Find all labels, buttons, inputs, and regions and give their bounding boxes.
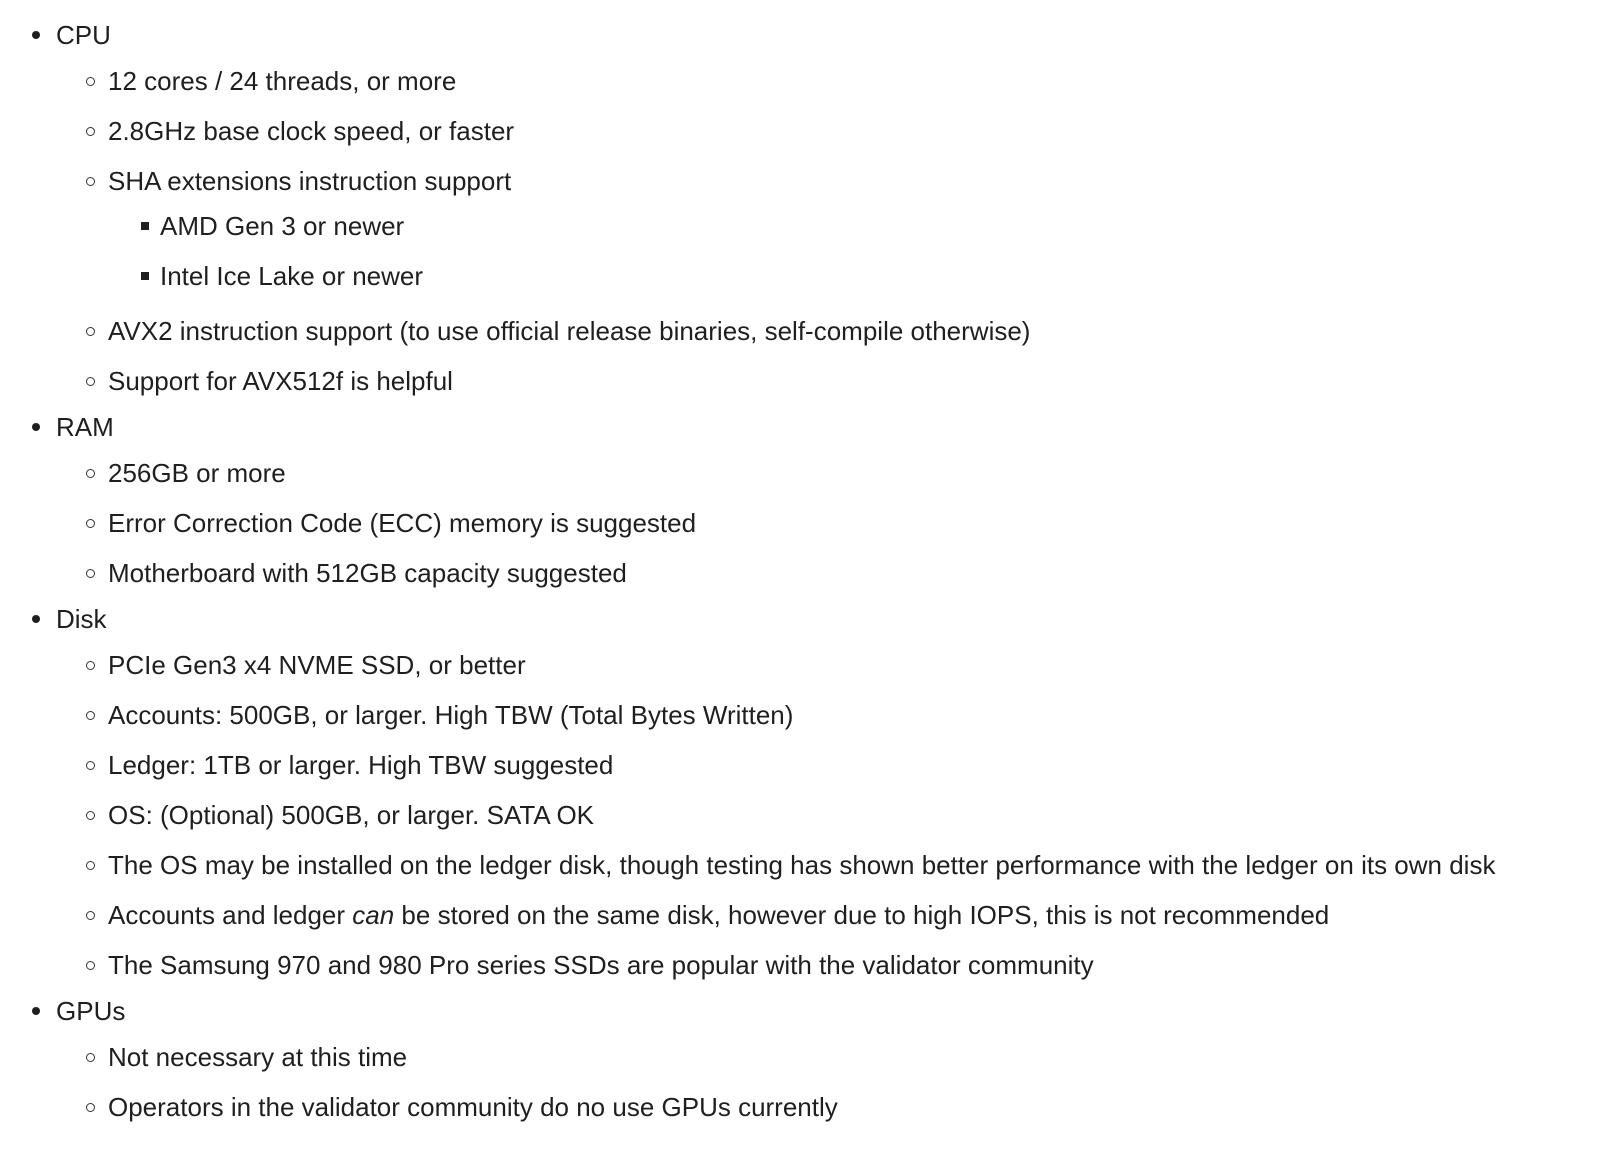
circle-bullet-icon [86, 127, 95, 136]
circle-bullet-icon [86, 569, 95, 578]
item-text: Not necessary at this time [108, 1042, 408, 1072]
list-item: 256GB or more [56, 448, 1600, 498]
disc-bullet-icon [32, 615, 40, 623]
list-item: 2.8GHz base clock speed, or faster [56, 106, 1600, 156]
circle-bullet-icon [86, 761, 95, 770]
disc-bullet-icon [32, 31, 40, 39]
circle-bullet-icon [86, 961, 95, 970]
item-text: Accounts and ledger can be stored on the… [108, 890, 1600, 940]
item-text: 256GB or more [108, 458, 286, 488]
list-item: Accounts: 500GB, or larger. High TBW (To… [56, 690, 1600, 740]
list-item: Error Correction Code (ECC) memory is su… [56, 498, 1600, 548]
section-label: Disk [56, 604, 107, 634]
item-text: Support for AVX512f is helpful [108, 366, 453, 396]
list-item: The Samsung 970 and 980 Pro series SSDs … [56, 940, 1600, 990]
item-text: Accounts: 500GB, or larger. High TBW (To… [108, 700, 794, 730]
item-text: The OS may be installed on the ledger di… [108, 850, 1496, 880]
circle-bullet-icon [86, 861, 95, 870]
section-label: GPUs [56, 996, 126, 1026]
list-item: OS: (Optional) 500GB, or larger. SATA OK [56, 790, 1600, 840]
circle-bullet-icon [86, 811, 95, 820]
item-text: 12 cores / 24 threads, or more [108, 66, 457, 96]
item-text: OS: (Optional) 500GB, or larger. SATA OK [108, 800, 595, 830]
list-item: AVX2 instruction support (to use officia… [56, 306, 1600, 356]
list-item: PCIe Gen3 x4 NVME SSD, or better [56, 640, 1600, 690]
disc-bullet-icon [32, 1007, 40, 1015]
item-text: SHA extensions instruction support [108, 166, 512, 196]
item-text: PCIe Gen3 x4 NVME SSD, or better [108, 650, 526, 680]
item-text: Intel Ice Lake or newer [160, 261, 424, 291]
sha-subitems: AMD Gen 3 or newer Intel Ice Lake or new… [108, 206, 1600, 306]
gpu-items: Not necessary at this time Operators in … [56, 1032, 1600, 1132]
list-item: Support for AVX512f is helpful [56, 356, 1600, 406]
list-item: AMD Gen 3 or newer [108, 206, 1600, 256]
item-text-part: be stored on the same disk, however due … [394, 900, 1330, 930]
list-item: Intel Ice Lake or newer [108, 256, 1600, 306]
section-ram: RAM 256GB or more Error Correction Code … [0, 406, 1600, 598]
circle-bullet-icon [86, 469, 95, 478]
section-cpu: CPU 12 cores / 24 threads, or more 2.8GH… [0, 0, 1600, 406]
section-disk: Disk PCIe Gen3 x4 NVME SSD, or better Ac… [0, 598, 1600, 990]
circle-bullet-icon [86, 519, 95, 528]
circle-bullet-icon [86, 327, 95, 336]
circle-bullet-icon [86, 377, 95, 386]
ram-items: 256GB or more Error Correction Code (ECC… [56, 448, 1600, 598]
square-bullet-icon [141, 222, 149, 230]
item-text: AVX2 instruction support (to use officia… [108, 316, 1031, 346]
item-text: AMD Gen 3 or newer [160, 211, 405, 241]
circle-bullet-icon [86, 77, 95, 86]
item-text: The Samsung 970 and 980 Pro series SSDs … [108, 950, 1094, 980]
section-label: RAM [56, 412, 114, 442]
list-item: Accounts and ledger can be stored on the… [56, 890, 1600, 940]
requirements-list: CPU 12 cores / 24 threads, or more 2.8GH… [0, 0, 1600, 1132]
item-text-part: Accounts and ledger [108, 900, 353, 930]
circle-bullet-icon [86, 1053, 95, 1062]
section-label: CPU [56, 20, 111, 50]
item-text: 2.8GHz base clock speed, or faster [108, 116, 515, 146]
circle-bullet-icon [86, 177, 95, 186]
list-item: Motherboard with 512GB capacity suggeste… [56, 548, 1600, 598]
circle-bullet-icon [86, 711, 95, 720]
circle-bullet-icon [86, 661, 95, 670]
disc-bullet-icon [32, 423, 40, 431]
list-item: Not necessary at this time [56, 1032, 1600, 1082]
item-text: Operators in the validator community do … [108, 1092, 838, 1122]
circle-bullet-icon [86, 911, 95, 920]
circle-bullet-icon [86, 1103, 95, 1112]
item-text: Ledger: 1TB or larger. High TBW suggeste… [108, 750, 614, 780]
list-item: Operators in the validator community do … [56, 1082, 1600, 1132]
list-item: SHA extensions instruction support AMD G… [56, 156, 1600, 306]
list-item: 12 cores / 24 threads, or more [56, 56, 1600, 106]
item-text: Motherboard with 512GB capacity suggeste… [108, 558, 627, 588]
square-bullet-icon [141, 272, 149, 280]
emphasis-text: can [352, 900, 395, 930]
section-gpus: GPUs Not necessary at this time Operator… [0, 990, 1600, 1132]
list-item: Ledger: 1TB or larger. High TBW suggeste… [56, 740, 1600, 790]
item-text: Error Correction Code (ECC) memory is su… [108, 508, 697, 538]
disk-items: PCIe Gen3 x4 NVME SSD, or better Account… [56, 640, 1600, 990]
hardware-requirements-document: CPU 12 cores / 24 threads, or more 2.8GH… [0, 0, 1600, 1132]
list-item: The OS may be installed on the ledger di… [56, 840, 1600, 890]
cpu-items: 12 cores / 24 threads, or more 2.8GHz ba… [56, 56, 1600, 406]
